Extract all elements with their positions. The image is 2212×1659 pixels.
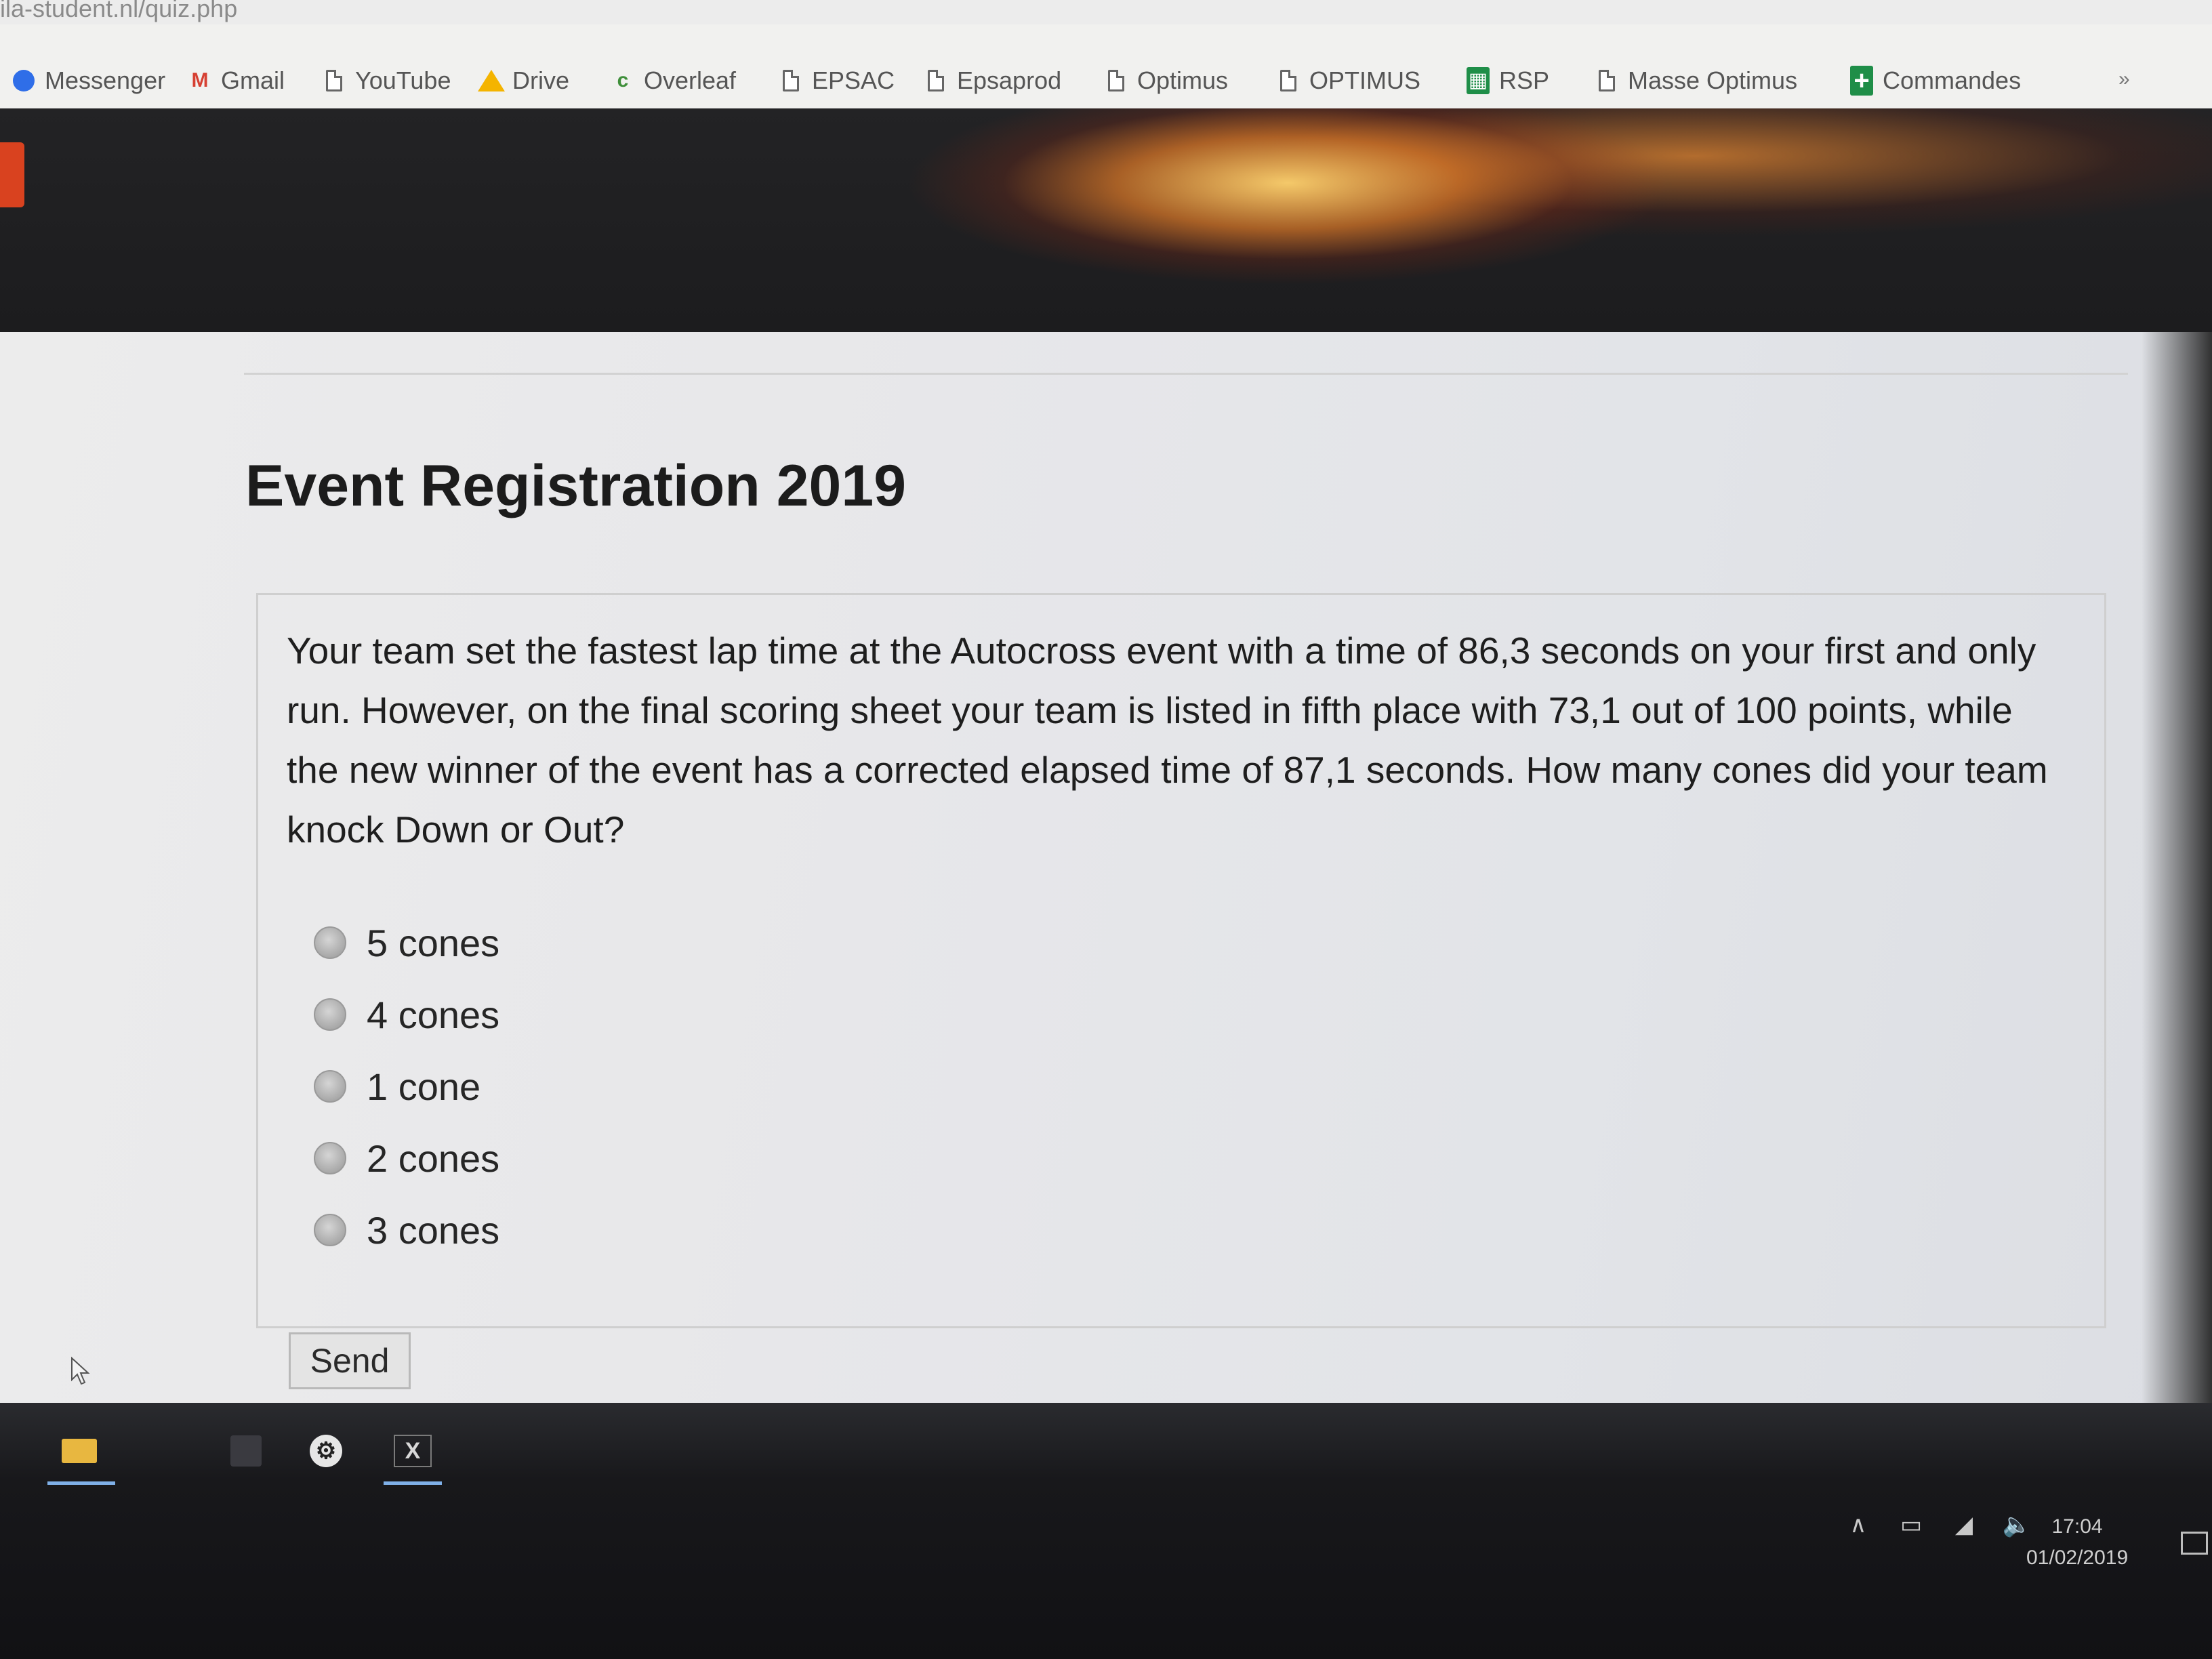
page-icon <box>924 68 947 94</box>
settings-icon[interactable]: ⚙ <box>302 1427 350 1475</box>
bookmark-rsp[interactable]: ▦ RSP <box>1467 64 1549 98</box>
address-bar[interactable]: ila-student.nl/quiz.php <box>0 0 2212 24</box>
bookmark-label: Messenger <box>45 66 166 94</box>
screen-edge-shadow <box>2142 332 2212 1403</box>
quiz-page: Event Registration 2019 Your team set th… <box>0 332 2212 1403</box>
page-title: Event Registration 2019 <box>245 453 907 518</box>
radio-button[interactable] <box>314 998 346 1031</box>
bookmark-label: Gmail <box>221 66 285 94</box>
taskbar-clock[interactable]: 17:04 01/02/2019 <box>2026 1511 2128 1574</box>
sheets-icon: ▦ <box>1467 67 1490 94</box>
bookmark-label: Masse Optimus <box>1628 66 1798 94</box>
mouse-cursor-icon <box>71 1357 90 1385</box>
more-bookmarks-button[interactable]: » <box>2118 68 2130 91</box>
option-label: 5 cones <box>367 921 500 964</box>
messenger-icon <box>12 68 35 94</box>
option-label: 1 cone <box>367 1065 481 1108</box>
bookmark-optimus[interactable]: Optimus <box>1105 64 1228 98</box>
bookmarks-bar: Messenger M Gmail YouTube Drive ϲ Overle… <box>0 24 2212 110</box>
wifi-icon[interactable]: ◢ <box>1949 1511 1979 1538</box>
option-3-cones[interactable]: 3 cones <box>314 1206 499 1254</box>
page-icon <box>323 68 346 94</box>
option-5-cones[interactable]: 5 cones <box>314 919 499 966</box>
radio-button[interactable] <box>314 1214 346 1246</box>
notification-icon[interactable] <box>2181 1532 2208 1555</box>
taskbar: ⚙ X ∧ ▭ ◢ 🔈 17:04 01/02/2019 <box>0 1403 2212 1659</box>
store-icon[interactable] <box>222 1427 270 1475</box>
drive-icon <box>478 68 505 94</box>
gmail-icon: M <box>191 69 209 91</box>
option-label: 3 cones <box>367 1208 500 1252</box>
divider <box>244 373 2128 375</box>
url-text[interactable]: ila-student.nl/quiz.php <box>0 0 237 23</box>
clock-time: 17:04 <box>2051 1515 2103 1538</box>
page-icon <box>779 68 802 94</box>
bookmark-label: RSP <box>1499 66 1550 94</box>
radio-button[interactable] <box>314 1070 346 1103</box>
bookmark-label: Commandes <box>1883 66 2022 94</box>
active-app-indicator <box>47 1481 115 1485</box>
bookmark-overleaf[interactable]: ϲ Overleaf <box>611 64 736 98</box>
site-header-banner <box>0 108 2212 332</box>
bookmark-masse-optimus[interactable]: Masse Optimus <box>1595 64 1797 98</box>
bookmark-epsaprod[interactable]: Epsaprod <box>924 64 1061 98</box>
bookmark-label: Optimus <box>1137 66 1229 94</box>
system-tray: ∧ ▭ ◢ 🔈 <box>1843 1511 2032 1538</box>
bookmark-label: Drive <box>512 66 570 94</box>
bookmark-label: Overleaf <box>644 66 737 94</box>
bookmark-label: OPTIMUS <box>1309 66 1421 94</box>
option-2-cones[interactable]: 2 cones <box>314 1134 499 1182</box>
clock-date: 01/02/2019 <box>2026 1547 2129 1569</box>
bookmark-commandes[interactable]: + Commandes <box>1850 64 2021 98</box>
page-icon <box>1595 68 1618 94</box>
overleaf-icon: ϲ <box>617 69 629 91</box>
excel-icon[interactable]: X <box>389 1427 436 1475</box>
option-4-cones[interactable]: 4 cones <box>314 991 499 1038</box>
bookmark-drive[interactable]: Drive <box>478 64 570 98</box>
bookmark-gmail[interactable]: M Gmail <box>188 64 285 98</box>
file-explorer-icon[interactable] <box>56 1427 103 1475</box>
bookmark-label: Epsaprod <box>957 66 1062 94</box>
chevron-up-icon[interactable]: ∧ <box>1843 1511 1873 1538</box>
bookmark-label: YouTube <box>355 66 451 94</box>
radio-button[interactable] <box>314 926 346 959</box>
battery-icon[interactable]: ▭ <box>1896 1511 1926 1538</box>
option-label: 2 cones <box>367 1136 500 1180</box>
page-icon <box>1105 68 1128 94</box>
question-text: Your team set the fastest lap time at th… <box>287 630 2048 851</box>
bookmark-messenger[interactable]: Messenger <box>12 64 165 98</box>
option-label: 4 cones <box>367 993 500 1036</box>
send-button[interactable]: Send <box>289 1332 411 1389</box>
page-icon <box>1277 68 1300 94</box>
option-1-cone[interactable]: 1 cone <box>314 1063 480 1110</box>
bookmark-epsac[interactable]: EPSAC <box>779 64 895 98</box>
bookmark-youtube[interactable]: YouTube <box>323 64 451 98</box>
bookmark-optimus-caps[interactable]: OPTIMUS <box>1277 64 1420 98</box>
header-accent-tab <box>0 142 24 207</box>
active-app-indicator <box>384 1481 442 1485</box>
question-panel: Your team set the fastest lap time at th… <box>256 593 2106 1328</box>
bookmark-label: EPSAC <box>812 66 895 94</box>
plus-icon: + <box>1850 66 1873 96</box>
radio-button[interactable] <box>314 1142 346 1174</box>
